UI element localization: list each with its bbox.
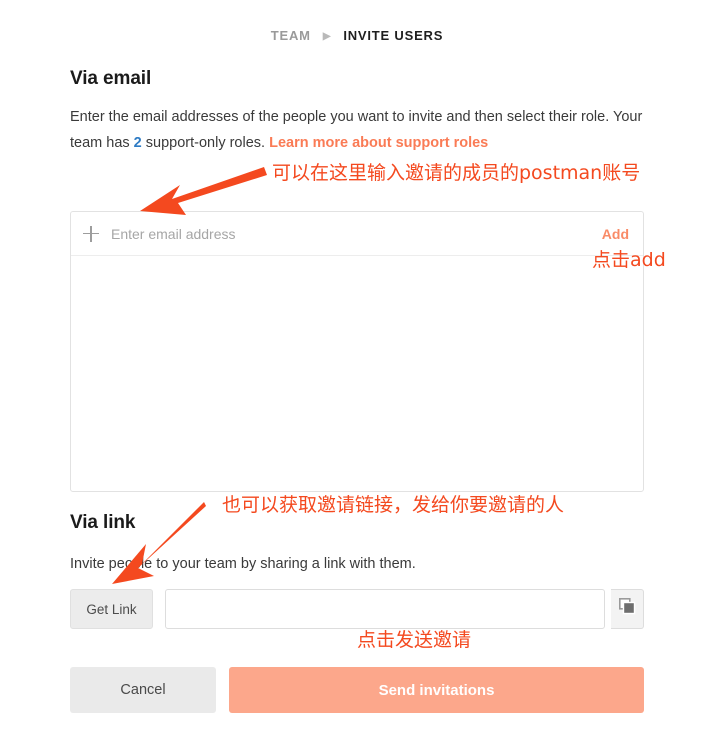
learn-more-support-roles-link[interactable]: Learn more about support roles bbox=[269, 135, 488, 151]
support-roles-count: 2 bbox=[133, 135, 142, 151]
chevron-right-icon: ▶ bbox=[322, 31, 332, 42]
email-description-part2: support-only roles. bbox=[141, 135, 270, 151]
get-link-button[interactable]: Get Link bbox=[70, 589, 153, 629]
email-list-area bbox=[71, 256, 643, 491]
send-invitations-button[interactable]: Send invitations bbox=[229, 667, 644, 713]
email-input[interactable] bbox=[111, 225, 592, 242]
copy-link-button[interactable] bbox=[611, 589, 644, 629]
via-email-heading: Via email bbox=[70, 68, 152, 89]
plus-icon bbox=[83, 225, 99, 242]
email-invite-box: Add bbox=[70, 211, 644, 492]
via-link-description: Invite people to your team by sharing a … bbox=[70, 556, 416, 572]
copy-icon bbox=[618, 598, 636, 620]
add-email-button[interactable]: Add bbox=[602, 226, 629, 242]
via-link-row: Get Link bbox=[70, 589, 644, 629]
breadcrumb-parent[interactable]: TEAM bbox=[271, 28, 311, 43]
annotation-link-note: 也可以获取邀请链接，发给你要邀请的人 bbox=[222, 494, 565, 516]
breadcrumb: TEAM ▶ INVITE USERS bbox=[0, 28, 714, 43]
annotation-email-note: 可以在这里输入邀请的成员的postman账号 bbox=[272, 162, 641, 184]
via-link-heading: Via link bbox=[70, 512, 136, 533]
email-input-row[interactable]: Add bbox=[71, 212, 643, 256]
cancel-button[interactable]: Cancel bbox=[70, 667, 216, 713]
annotation-send-note: 点击发送邀请 bbox=[357, 629, 472, 651]
invite-link-field[interactable] bbox=[165, 589, 605, 629]
breadcrumb-current: INVITE USERS bbox=[343, 28, 444, 43]
via-email-description: Enter the email addresses of the people … bbox=[70, 104, 670, 156]
